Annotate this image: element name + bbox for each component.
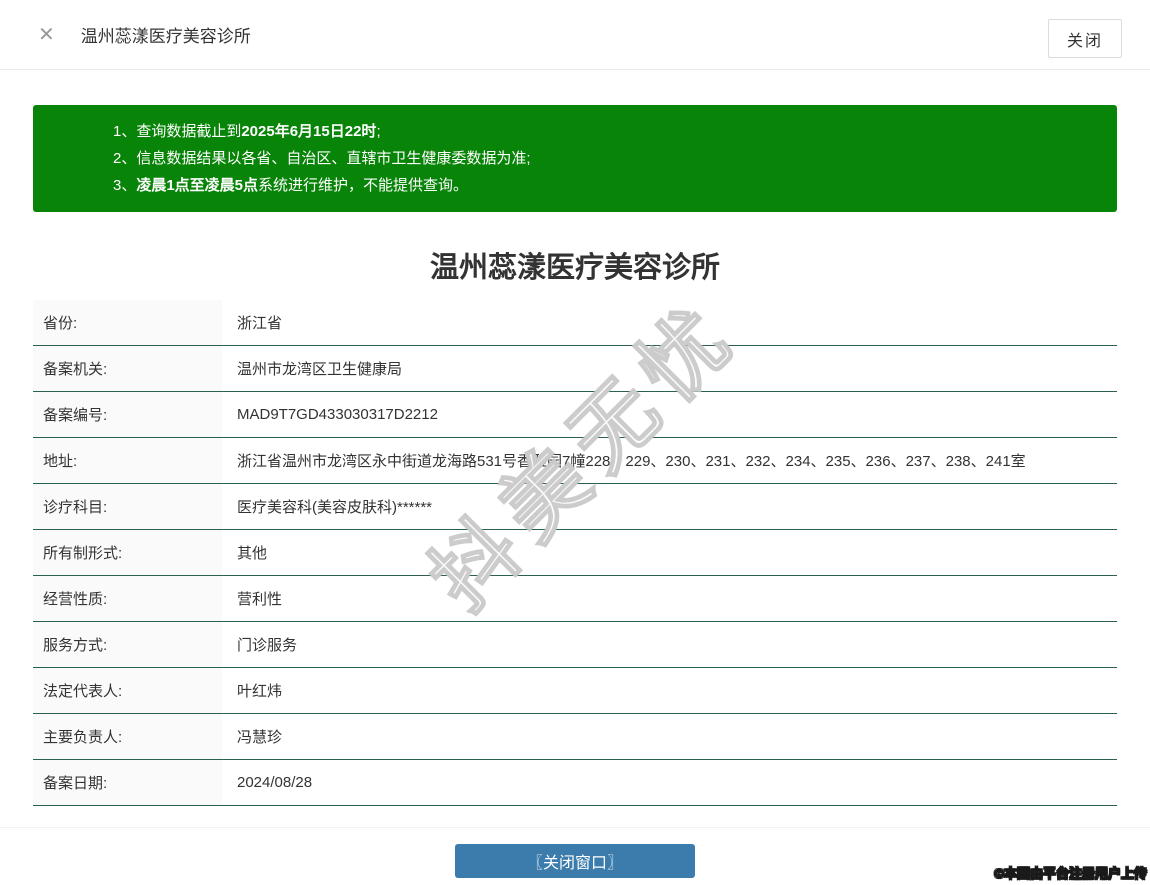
- detail-table: 省份: 浙江省 备案机关: 温州市龙湾区卫生健康局 备案编号: MAD9T7GD…: [33, 300, 1117, 806]
- close-window-button[interactable]: 〖关闭窗口〗: [455, 844, 695, 878]
- row-label: 主要负责人:: [33, 714, 222, 759]
- table-row-ownership-form: 所有制形式: 其他: [33, 530, 1117, 576]
- row-value: 医疗美容科(美容皮肤科)******: [222, 484, 432, 529]
- row-value: 浙江省温州市龙湾区永中街道龙海路531号香雅园7幢228、229、230、231…: [222, 438, 1026, 483]
- row-value: 门诊服务: [222, 622, 297, 667]
- row-value: 叶红炜: [222, 668, 282, 713]
- row-label: 诊疗科目:: [33, 484, 222, 529]
- row-value: 其他: [222, 530, 267, 575]
- row-label: 所有制形式:: [33, 530, 222, 575]
- row-value: 浙江省: [222, 300, 282, 345]
- clinic-title: 温州蕊漾医疗美容诊所: [33, 244, 1117, 286]
- close-x-icon[interactable]: ✕: [38, 25, 55, 45]
- window-header: ✕ 温州蕊漾医疗美容诊所 关闭: [0, 0, 1150, 70]
- row-value: 营利性: [222, 576, 282, 621]
- notice-line-2: 2、信息数据结果以各省、自治区、直辖市卫生健康委数据为准;: [113, 145, 1097, 172]
- row-label: 备案编号:: [33, 392, 222, 437]
- notice-line-1: 1、查询数据截止到2025年6月15日22时;: [113, 118, 1097, 145]
- row-label: 省份:: [33, 300, 222, 345]
- window-title: 温州蕊漾医疗美容诊所: [81, 22, 251, 47]
- row-label: 经营性质:: [33, 576, 222, 621]
- row-label: 法定代表人:: [33, 668, 222, 713]
- notice-box: 1、查询数据截止到2025年6月15日22时; 2、信息数据结果以各省、自治区、…: [33, 105, 1117, 212]
- table-row-main-person-in-charge: 主要负责人: 冯慧珍: [33, 714, 1117, 760]
- row-label: 备案日期:: [33, 760, 222, 805]
- row-value: 冯慧珍: [222, 714, 282, 759]
- table-row-operating-nature: 经营性质: 营利性: [33, 576, 1117, 622]
- footer-divider: [0, 827, 1150, 828]
- row-label: 服务方式:: [33, 622, 222, 667]
- row-label: 备案机关:: [33, 346, 222, 391]
- table-row-service-mode: 服务方式: 门诊服务: [33, 622, 1117, 668]
- table-row-filing-authority: 备案机关: 温州市龙湾区卫生健康局: [33, 346, 1117, 392]
- table-row-province: 省份: 浙江省: [33, 300, 1117, 346]
- table-row-treatment-subjects: 诊疗科目: 医疗美容科(美容皮肤科)******: [33, 484, 1117, 530]
- header-close-button[interactable]: 关闭: [1048, 19, 1122, 58]
- row-label: 地址:: [33, 438, 222, 483]
- table-row-filing-number: 备案编号: MAD9T7GD433030317D2212: [33, 392, 1117, 438]
- upload-stamp: ©本图由平台注册用户上传: [994, 863, 1147, 882]
- table-row-address: 地址: 浙江省温州市龙湾区永中街道龙海路531号香雅园7幢228、229、230…: [33, 438, 1117, 484]
- row-value: MAD9T7GD433030317D2212: [222, 392, 438, 437]
- row-value: 温州市龙湾区卫生健康局: [222, 346, 402, 391]
- table-row-filing-date: 备案日期: 2024/08/28: [33, 760, 1117, 806]
- notice-line-3: 3、凌晨1点至凌晨5点系统进行维护，不能提供查询。: [113, 172, 1097, 199]
- main-content: 1、查询数据截止到2025年6月15日22时; 2、信息数据结果以各省、自治区、…: [0, 105, 1150, 878]
- table-row-legal-representative: 法定代表人: 叶红炜: [33, 668, 1117, 714]
- row-value: 2024/08/28: [222, 760, 312, 805]
